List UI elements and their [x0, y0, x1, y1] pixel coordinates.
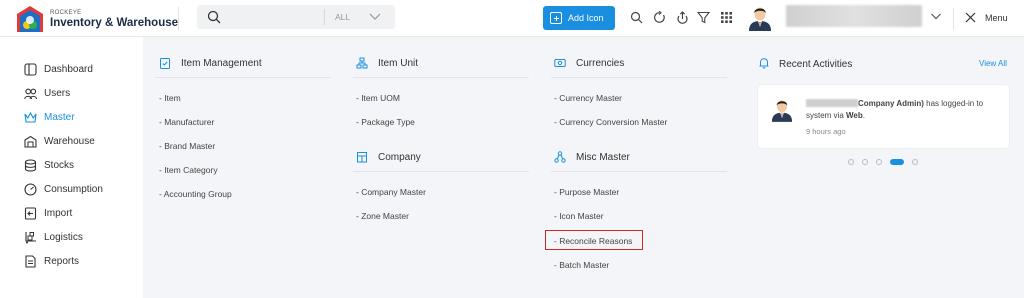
app-title: Inventory & Warehouse — [50, 17, 179, 29]
plus-icon — [550, 12, 562, 24]
section-title: Company — [378, 152, 421, 163]
view-all-link[interactable]: View All — [979, 59, 1007, 68]
section-divider — [353, 77, 529, 78]
brand-company: ROCKEYE — [50, 10, 82, 16]
menu-link-package-type[interactable]: - Package Type — [356, 117, 415, 127]
sidebar-item-label: Logistics — [44, 232, 83, 243]
carousel-dot[interactable] — [876, 159, 882, 165]
menu-link-currency-master[interactable]: - Currency Master — [554, 93, 622, 103]
import-icon — [24, 207, 37, 220]
redacted-username — [806, 99, 858, 107]
menu-link-brand-master[interactable]: - Brand Master — [159, 141, 215, 151]
user-name-redacted[interactable] — [786, 5, 922, 27]
add-icon-button[interactable]: Add Icon — [543, 6, 615, 30]
logo-icon[interactable] — [15, 5, 45, 35]
search-scope-select[interactable]: ALL — [335, 12, 350, 22]
activity-card[interactable]: Company Admin) has logged-in to system v… — [757, 84, 1010, 149]
dashboard-icon — [24, 63, 37, 76]
section-divider — [155, 77, 331, 78]
carousel-dot[interactable] — [912, 159, 918, 165]
section-divider — [551, 77, 727, 78]
highlight-box — [545, 230, 643, 250]
top-header: ROCKEYE Inventory & Warehouse ALL Add Ic… — [0, 0, 1024, 37]
add-icon-label: Add Icon — [568, 13, 604, 23]
recent-activities-title: Recent Activities — [779, 59, 853, 70]
gauge-icon — [24, 183, 37, 196]
activity-time: 9 hours ago — [806, 127, 846, 136]
warehouse-icon — [24, 135, 37, 148]
apps-grid-icon[interactable] — [720, 11, 733, 24]
sidebar-item-label: Dashboard — [44, 64, 93, 75]
global-search[interactable]: ALL — [197, 5, 395, 29]
activity-via: Web — [846, 111, 863, 120]
crown-icon — [24, 111, 37, 123]
chevron-down-icon[interactable] — [368, 11, 382, 23]
carousel-dot[interactable] — [862, 159, 868, 165]
search-icon[interactable] — [630, 11, 643, 24]
reports-icon — [25, 255, 36, 268]
filter-icon[interactable] — [697, 11, 710, 24]
activity-text: Company Admin) has logged-in to system v… — [806, 98, 1006, 122]
network-icon — [554, 151, 566, 163]
search-separator — [324, 9, 325, 25]
hierarchy-icon — [356, 57, 368, 69]
section-title: Item Management — [181, 58, 262, 69]
section-divider — [551, 171, 727, 172]
sidebar: Dashboard Users Master Warehouse Stocks — [0, 37, 143, 298]
users-icon — [24, 88, 37, 100]
menu-link-currency-conversion-master[interactable]: - Currency Conversion Master — [554, 117, 667, 127]
menu-link-purpose-master[interactable]: - Purpose Master — [554, 187, 619, 197]
chevron-down-icon[interactable] — [930, 11, 942, 21]
menu-toggle-label[interactable]: Menu — [985, 13, 1008, 23]
stocks-icon — [24, 159, 37, 172]
section-divider — [353, 171, 529, 172]
upload-icon[interactable] — [676, 11, 689, 24]
menu-link-item-category[interactable]: - Item Category — [159, 165, 218, 175]
building-icon — [357, 152, 367, 163]
sidebar-item-label: Import — [44, 208, 73, 219]
user-avatar[interactable] — [748, 5, 772, 31]
search-icon — [207, 10, 221, 24]
refresh-icon[interactable] — [653, 11, 666, 24]
close-icon[interactable] — [965, 12, 976, 23]
sidebar-item-label: Reports — [44, 256, 80, 267]
header-divider — [953, 8, 954, 30]
menu-link-zone-master[interactable]: - Zone Master — [356, 211, 409, 221]
carousel-dot-active[interactable] — [890, 159, 904, 165]
sidebar-item-label: Master — [44, 112, 75, 123]
header-divider — [178, 7, 179, 31]
sidebar-item-label: Consumption — [44, 184, 103, 195]
money-icon — [554, 59, 566, 67]
menu-link-item-uom[interactable]: - Item UOM — [356, 93, 400, 103]
activity-role: Company Admin) — [858, 99, 924, 108]
activity-end: . — [862, 111, 865, 120]
section-title: Misc Master — [576, 152, 630, 163]
menu-link-accounting-group[interactable]: - Accounting Group — [159, 189, 232, 199]
bell-icon — [759, 58, 769, 69]
activity-avatar — [771, 100, 793, 122]
menu-link-icon-master[interactable]: - Icon Master — [554, 211, 604, 221]
section-title: Item Unit — [378, 58, 419, 69]
carousel-dot[interactable] — [848, 159, 854, 165]
menu-link-company-master[interactable]: - Company Master — [356, 187, 426, 197]
clipboard-check-icon — [160, 58, 170, 69]
logistics-icon — [25, 232, 36, 244]
sidebar-item-label: Warehouse — [44, 136, 95, 147]
menu-link-item[interactable]: - Item — [159, 93, 181, 103]
menu-link-batch-master[interactable]: - Batch Master — [554, 260, 609, 270]
sidebar-item-label: Users — [44, 88, 71, 99]
menu-link-manufacturer[interactable]: - Manufacturer — [159, 117, 214, 127]
sidebar-item-label: Stocks — [44, 160, 75, 171]
section-title: Currencies — [576, 58, 625, 69]
